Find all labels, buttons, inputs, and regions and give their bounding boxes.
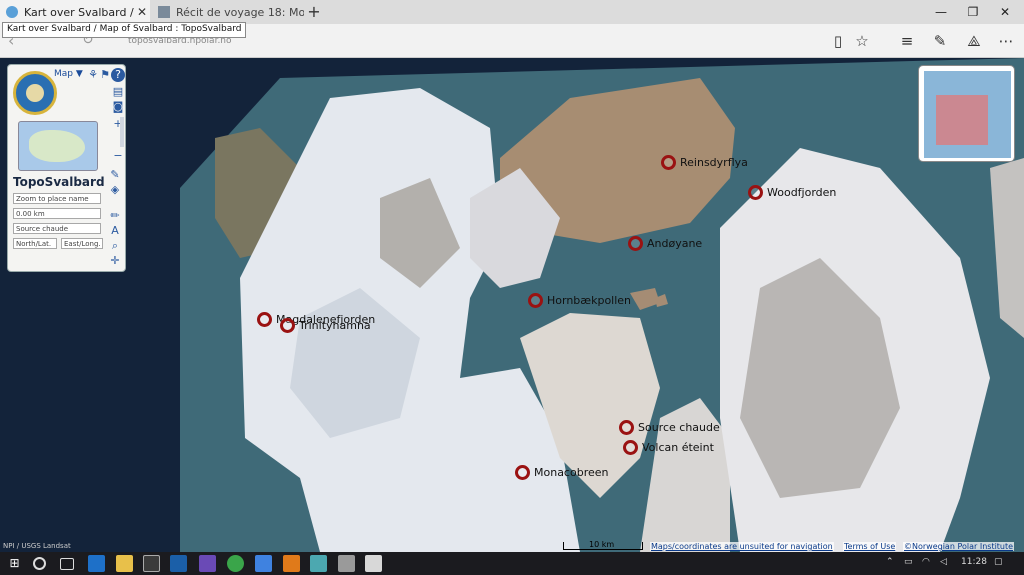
photos-icon[interactable] — [365, 555, 382, 572]
place-marker-reinsdyrflya[interactable]: Reinsdyrflya — [661, 155, 748, 170]
clock[interactable]: 11:28 — [961, 557, 987, 567]
windows-taskbar: ⊞ ⌃ ▭ ◠ ◁ 11:28 ▢ — [0, 552, 1024, 575]
pencil-icon[interactable]: ✏ — [108, 209, 122, 223]
photoshop-icon[interactable] — [170, 555, 187, 572]
place-label: Andøyane — [647, 237, 703, 250]
place-marker-icon — [661, 155, 676, 170]
imagery-attribution: NPI / USGS Landsat — [3, 542, 71, 550]
help-icon[interactable]: ? — [111, 68, 125, 82]
place-marker-icon — [257, 312, 272, 327]
latitude-field[interactable]: North/Lat. — [13, 238, 57, 249]
start-windows-icon[interactable]: ⊞ — [6, 555, 23, 572]
battery-icon[interactable]: ▭ — [904, 557, 913, 567]
wifi-icon[interactable]: ◠ — [922, 557, 930, 567]
close-tab-icon[interactable]: ✕ — [134, 5, 150, 19]
place-marker-andoyane[interactable]: Andøyane — [628, 236, 702, 251]
place-marker-icon — [623, 440, 638, 455]
copyright-link[interactable]: ©Norwegian Polar Institute — [903, 542, 1015, 551]
tab-toposvalbard[interactable]: Kart over Svalbard / Ma ✕ — [0, 0, 150, 24]
reading-view-icon[interactable]: ▯ — [826, 30, 850, 52]
chrome-icon[interactable] — [227, 555, 244, 572]
browser-titlebar: Kart over Svalbard / Ma ✕ Récit de voyag… — [0, 0, 1024, 24]
zoom-out-icon[interactable]: − — [111, 149, 125, 163]
tab-label: Kart over Svalbard / Ma — [24, 5, 134, 19]
store-icon[interactable] — [143, 555, 160, 572]
task-view-icon[interactable] — [60, 558, 74, 570]
app-icon[interactable] — [338, 555, 355, 572]
map-layer-menu[interactable]: Map ▼ — [54, 69, 83, 79]
restore-button[interactable]: ❐ — [957, 0, 989, 24]
new-tab-button[interactable]: + — [304, 2, 324, 22]
overview-map[interactable] — [918, 65, 1015, 162]
overview-map-image — [924, 71, 1011, 158]
volume-icon[interactable]: ◁ — [940, 557, 947, 567]
satellite-map[interactable]: Reinsdyrflya Woodfjorden Andøyane Hornbæ… — [0, 58, 1024, 552]
minimize-button[interactable]: — — [925, 0, 957, 24]
place-label: Source chaude — [638, 421, 720, 434]
place-marker-icon — [280, 318, 295, 333]
scale-label: 10 km — [589, 540, 615, 549]
text-label-icon[interactable]: A — [108, 224, 122, 238]
file-explorer-icon[interactable] — [116, 555, 133, 572]
google-icon[interactable] — [255, 555, 272, 572]
page-favicon-icon — [158, 6, 170, 18]
place-label: Hornbækpollen — [547, 294, 632, 307]
language-flag-icon[interactable]: ⚑ — [98, 68, 112, 82]
navigation-warning-link[interactable]: Maps/coordinates are unsuited for naviga… — [650, 542, 834, 551]
place-search-input[interactable]: Zoom to place name — [13, 193, 101, 204]
place-marker-monacobreen[interactable]: Monacobreen — [515, 465, 608, 480]
hub-icon[interactable]: ≡ — [895, 30, 919, 52]
measure-tool-icon[interactable]: ◈ — [108, 183, 122, 197]
overview-extent-box — [936, 95, 988, 145]
search-zoom-icon[interactable]: ⌕ — [108, 239, 122, 253]
show-hidden-icons-icon[interactable]: ⌃ — [886, 557, 894, 567]
tab-recit-de-voyage[interactable]: Récit de voyage 18: Moffen· — [152, 0, 304, 24]
norwegian-polar-institute-logo — [13, 71, 57, 115]
place-marker-source-chaude[interactable]: Source chaude — [619, 420, 720, 435]
notifications-icon[interactable]: ▢ — [994, 557, 1003, 567]
camera-icon[interactable]: ◙ — [111, 100, 125, 114]
place-label: Trinityhamna — [299, 319, 371, 332]
app-title: TopoSvalbard — [13, 175, 105, 189]
vlc-icon[interactable] — [283, 555, 300, 572]
place-label: Volcan éteint — [642, 441, 714, 454]
selected-place-field[interactable]: Source chaude — [13, 223, 101, 234]
position-crosshair-icon[interactable]: ✛ — [108, 254, 122, 268]
app-icon[interactable] — [199, 555, 216, 572]
place-marker-trinityhamna[interactable]: Trinityhamna — [280, 318, 371, 333]
place-marker-woodfjorden[interactable]: Woodfjorden — [748, 185, 836, 200]
favorite-star-icon[interactable]: ☆ — [850, 30, 874, 52]
close-window-button[interactable]: ✕ — [989, 0, 1021, 24]
app-icon[interactable] — [310, 555, 327, 572]
longitude-field[interactable]: East/Long. — [61, 238, 103, 249]
print-icon[interactable]: ▤ — [111, 85, 125, 99]
tab-label: Récit de voyage 18: Moffen· — [176, 5, 304, 19]
map-control-panel: Map ▼ ⚘ ⚑ ? ▤ ◙ + − TopoSvalbard ✎ ◈ ✏ A… — [7, 64, 126, 272]
distance-field[interactable]: 0.00 km — [13, 208, 101, 219]
edge-browser-icon[interactable] — [88, 555, 105, 572]
place-marker-icon — [748, 185, 763, 200]
place-label: Monacobreen — [534, 466, 609, 479]
toposvalbard-favicon-icon — [6, 6, 18, 18]
place-marker-hornbaekpollen[interactable]: Hornbækpollen — [528, 293, 631, 308]
share-icon[interactable]: ⟁ — [962, 30, 986, 52]
more-icon[interactable]: ⋯ — [994, 30, 1018, 52]
place-marker-volcan-eteint[interactable]: Volcan éteint — [623, 440, 714, 455]
place-label: Reinsdyrflya — [680, 156, 748, 169]
place-marker-icon — [619, 420, 634, 435]
satellite-imagery — [0, 58, 1024, 552]
draw-tool-icon[interactable]: ✎ — [108, 168, 122, 182]
place-marker-icon — [528, 293, 543, 308]
place-marker-icon — [515, 465, 530, 480]
web-note-icon[interactable]: ✎ — [928, 30, 952, 52]
place-marker-icon — [628, 236, 643, 251]
terms-of-use-link[interactable]: Terms of Use — [843, 542, 897, 551]
zoom-slider[interactable] — [120, 117, 124, 147]
tab-tooltip: Kart over Svalbard / Map of Svalbard : T… — [2, 22, 247, 38]
overview-thumbnail — [18, 121, 98, 171]
search-cortana-icon[interactable] — [33, 557, 46, 570]
place-label: Woodfjorden — [767, 186, 837, 199]
